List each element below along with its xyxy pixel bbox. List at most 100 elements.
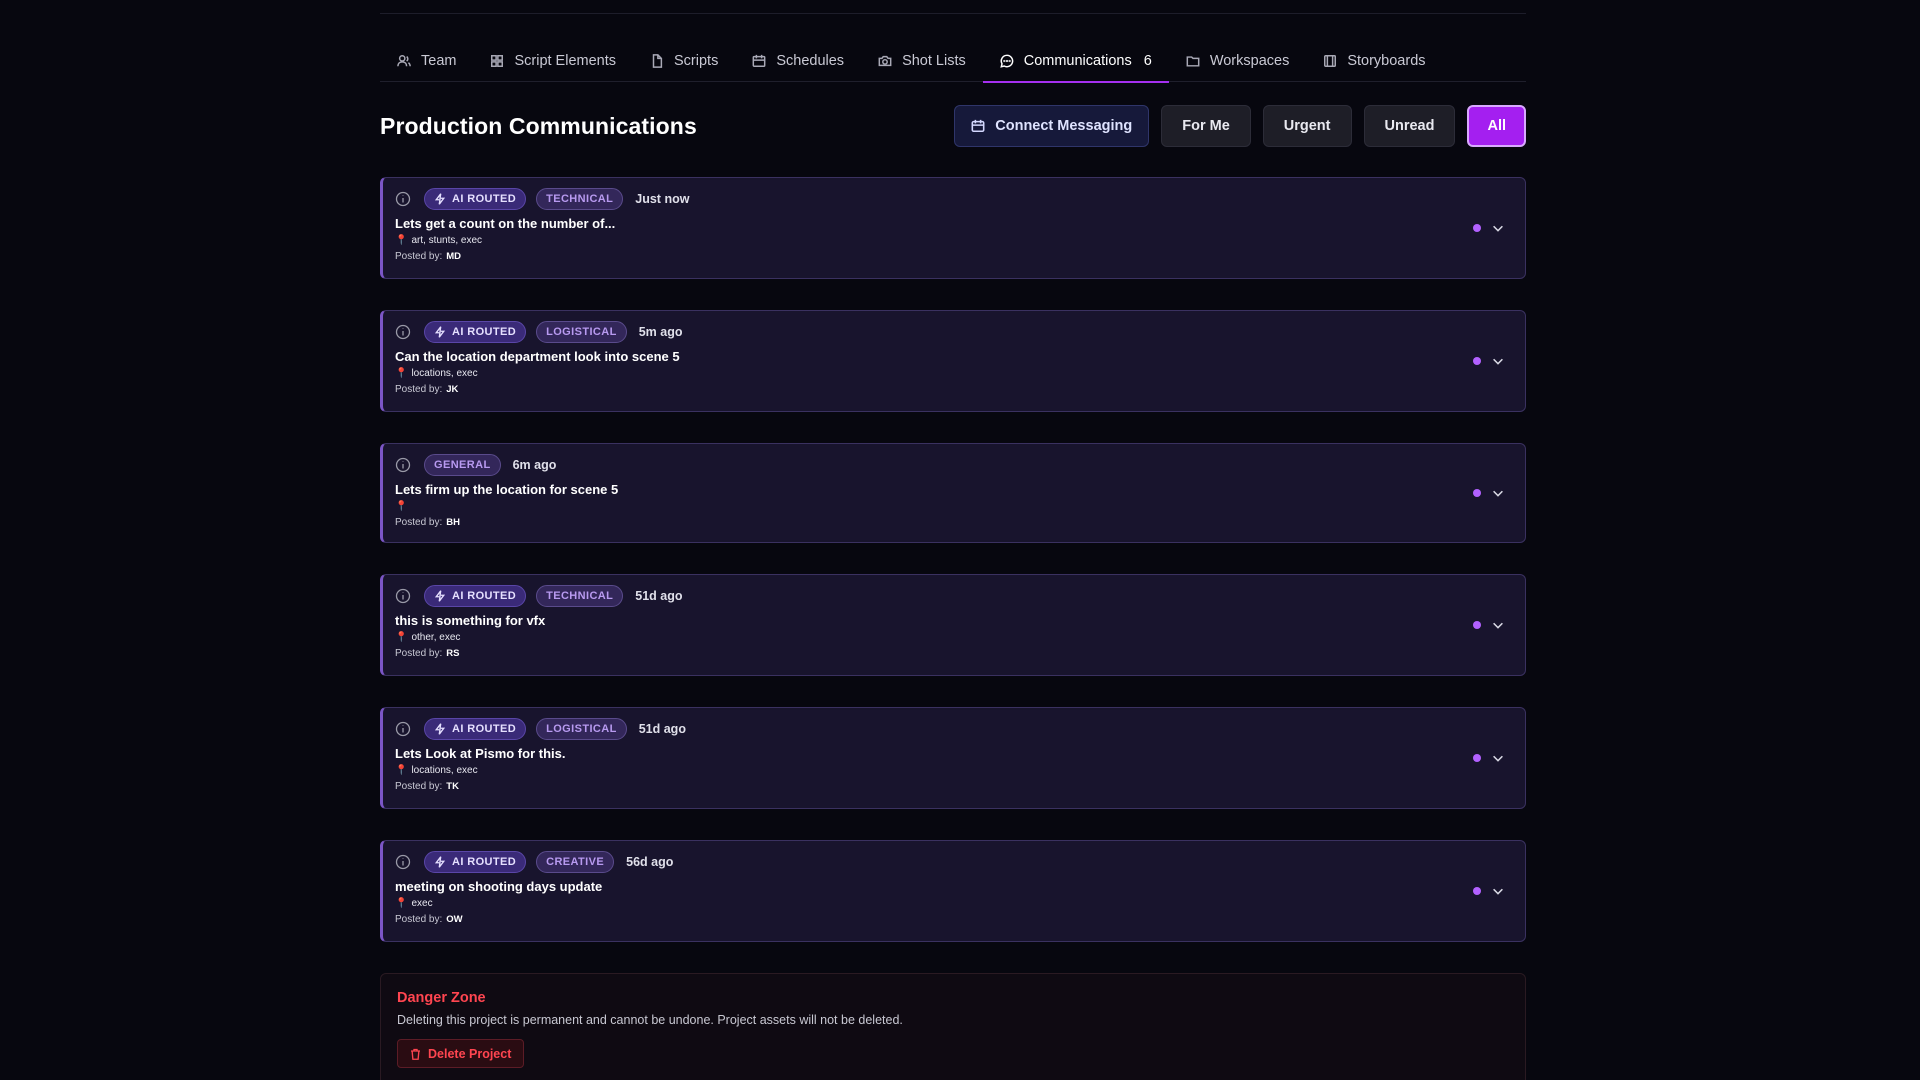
author-initials: OW bbox=[446, 914, 463, 925]
author-initials: MD bbox=[446, 251, 462, 262]
tab-label: Script Elements bbox=[514, 52, 617, 69]
message-card[interactable]: AI ROUTED TECHNICAL Just now Lets get a … bbox=[380, 177, 1526, 279]
lightning-icon bbox=[434, 723, 446, 735]
info-icon[interactable] bbox=[395, 721, 411, 737]
ai-routed-badge: AI ROUTED bbox=[424, 188, 527, 210]
message-card[interactable]: AI ROUTED CREATIVE 56d ago meeting on sh… bbox=[380, 840, 1526, 942]
info-icon[interactable] bbox=[395, 324, 411, 340]
message-meta: AI ROUTED LOGISTICAL 51d ago bbox=[395, 718, 1525, 740]
unread-count: 6 bbox=[1143, 52, 1152, 69]
message-controls bbox=[1473, 884, 1505, 898]
message-title: Can the location department look into sc… bbox=[395, 349, 680, 364]
departments-text: exec bbox=[411, 898, 433, 909]
tab-script-elements[interactable]: Script Elements bbox=[473, 39, 633, 82]
ai-routed-label: AI ROUTED bbox=[452, 193, 517, 205]
filter-actions: Connect Messaging For Me Urgent Unread A… bbox=[954, 105, 1526, 147]
file-icon bbox=[652, 53, 663, 68]
tab-label: Communications bbox=[1023, 52, 1132, 69]
posted-by-label: Posted by: bbox=[395, 384, 443, 395]
calendar-icon bbox=[971, 119, 985, 133]
tab-team[interactable]: Team bbox=[380, 39, 473, 82]
tab-schedules[interactable]: Schedules bbox=[735, 39, 861, 82]
tab-communications[interactable]: Communications 6 bbox=[982, 39, 1169, 83]
message-departments: 📍 exec bbox=[395, 898, 1525, 909]
delete-project-label: Delete Project bbox=[428, 1046, 512, 1061]
connect-messaging-button[interactable]: Connect Messaging bbox=[954, 105, 1150, 147]
posted-by-label: Posted by: bbox=[395, 517, 443, 528]
message-time: Just now bbox=[635, 192, 690, 206]
ai-routed-label: AI ROUTED bbox=[452, 723, 517, 735]
message-list: AI ROUTED TECHNICAL Just now Lets get a … bbox=[380, 177, 1526, 942]
ai-routed-badge: AI ROUTED bbox=[424, 321, 527, 343]
calendar-icon bbox=[752, 54, 766, 67]
pin-icon: 📍 bbox=[395, 765, 408, 776]
message-author: Posted by: MD bbox=[395, 251, 1525, 262]
filter-for-me-button[interactable]: For Me bbox=[1161, 105, 1251, 147]
message-author: Posted by: TK bbox=[395, 781, 1525, 792]
info-icon[interactable] bbox=[395, 588, 411, 604]
message-card[interactable]: AI ROUTED TECHNICAL 51d ago this is some… bbox=[380, 574, 1526, 676]
category-badge: LOGISTICAL bbox=[536, 321, 627, 343]
message-departments: 📍 art, stunts, exec bbox=[395, 235, 1525, 246]
message-author: Posted by: BH bbox=[395, 517, 1525, 528]
pin-icon: 📍 bbox=[395, 632, 408, 643]
tab-label: Team bbox=[421, 52, 457, 69]
unread-indicator bbox=[1473, 224, 1481, 232]
departments-text: art, stunts, exec bbox=[411, 235, 483, 246]
message-departments: 📍 locations, exec bbox=[395, 765, 1525, 776]
danger-zone: Danger Zone Deleting this project is per… bbox=[380, 973, 1526, 1080]
filter-urgent-button[interactable]: Urgent bbox=[1262, 105, 1352, 147]
author-initials: BH bbox=[446, 517, 460, 528]
tab-storyboards[interactable]: Storyboards bbox=[1306, 39, 1442, 82]
category-badge: LOGISTICAL bbox=[536, 718, 627, 740]
chevron-down-icon[interactable] bbox=[1491, 354, 1505, 368]
chevron-down-icon[interactable] bbox=[1491, 884, 1505, 898]
message-meta: AI ROUTED TECHNICAL 51d ago bbox=[395, 585, 1525, 607]
author-initials: TK bbox=[446, 781, 459, 792]
filter-all-button[interactable]: All bbox=[1467, 105, 1526, 147]
message-card[interactable]: GENERAL 6m ago Lets firm up the location… bbox=[380, 443, 1526, 543]
lightning-icon bbox=[434, 326, 446, 338]
page-header: Production Communications Connect Messag… bbox=[380, 105, 1526, 147]
message-title: this is something for vfx bbox=[395, 613, 546, 628]
chevron-down-icon[interactable] bbox=[1491, 618, 1505, 632]
folder-icon bbox=[1186, 55, 1200, 67]
message-card[interactable]: AI ROUTED LOGISTICAL 51d ago Lets Look a… bbox=[380, 707, 1526, 809]
message-controls bbox=[1473, 354, 1505, 368]
author-initials: RS bbox=[446, 648, 460, 659]
message-departments: 📍 bbox=[395, 501, 1525, 512]
top-divider bbox=[380, 13, 1526, 14]
tab-label: Storyboards bbox=[1347, 52, 1426, 69]
chevron-down-icon[interactable] bbox=[1491, 751, 1505, 765]
category-badge: TECHNICAL bbox=[536, 188, 624, 210]
lightning-icon bbox=[434, 590, 446, 602]
message-title: Lets firm up the location for scene 5 bbox=[395, 482, 619, 497]
lightning-icon bbox=[434, 193, 446, 205]
message-author: Posted by: RS bbox=[395, 648, 1525, 659]
departments-text: locations, exec bbox=[411, 765, 478, 776]
chevron-down-icon[interactable] bbox=[1491, 221, 1505, 235]
message-author: Posted by: OW bbox=[395, 914, 1525, 925]
info-icon[interactable] bbox=[395, 854, 411, 870]
connect-messaging-label: Connect Messaging bbox=[995, 118, 1133, 134]
tab-shot-lists[interactable]: Shot Lists bbox=[861, 39, 983, 82]
tab-label: Scripts bbox=[674, 52, 719, 69]
danger-zone-description: Deleting this project is permanent and c… bbox=[397, 1013, 903, 1027]
ai-routed-label: AI ROUTED bbox=[452, 590, 517, 602]
info-icon[interactable] bbox=[395, 191, 411, 207]
tab-label: Shot Lists bbox=[902, 52, 966, 69]
message-meta: AI ROUTED TECHNICAL Just now bbox=[395, 188, 1525, 210]
departments-text: other, exec bbox=[411, 632, 461, 643]
message-time: 51d ago bbox=[638, 722, 686, 736]
info-icon[interactable] bbox=[395, 457, 411, 473]
chevron-down-icon[interactable] bbox=[1491, 486, 1505, 500]
message-card[interactable]: AI ROUTED LOGISTICAL 5m ago Can the loca… bbox=[380, 310, 1526, 412]
category-badge: GENERAL bbox=[424, 454, 501, 476]
delete-project-button[interactable]: Delete Project bbox=[397, 1039, 525, 1068]
tab-workspaces[interactable]: Workspaces bbox=[1169, 39, 1307, 82]
tab-scripts[interactable]: Scripts bbox=[633, 39, 735, 82]
filter-unread-button[interactable]: Unread bbox=[1363, 105, 1456, 147]
unread-indicator bbox=[1473, 357, 1481, 365]
posted-by-label: Posted by: bbox=[395, 781, 443, 792]
category-badge: CREATIVE bbox=[536, 851, 615, 873]
